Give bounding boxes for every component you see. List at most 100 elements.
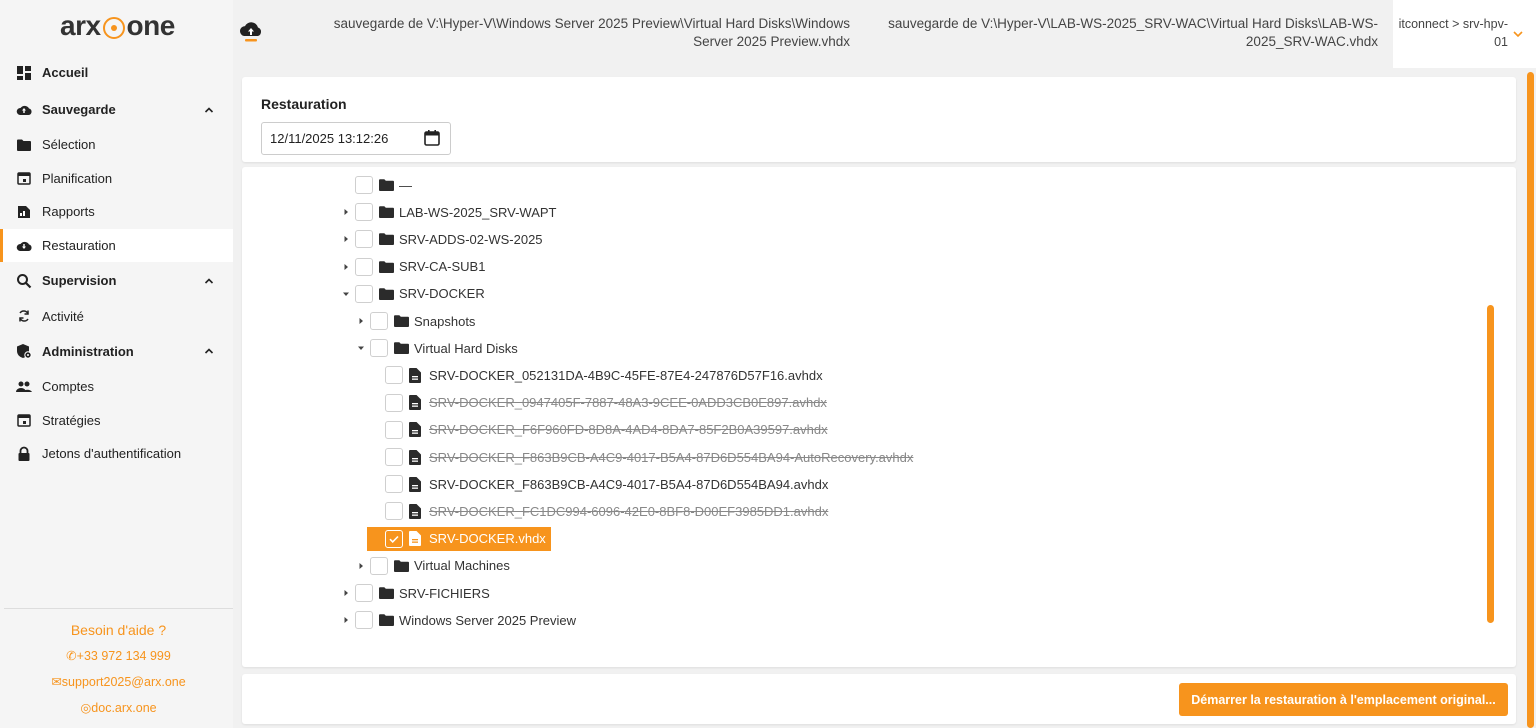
- sidebar-item-label: Sauvegarde: [42, 102, 116, 117]
- tree-folder-row[interactable]: Windows Server 2025 Preview: [339, 608, 576, 632]
- sidebar-item-administration[interactable]: Administration: [0, 333, 233, 370]
- tree-file-row[interactable]: SRV-DOCKER_FC1DC994-6096-42E0-8BF8-D00EF…: [369, 499, 828, 523]
- help-email-link[interactable]: ✉support2025@arx.one: [4, 673, 233, 699]
- caret-right-icon[interactable]: [339, 260, 353, 274]
- caret-right-icon[interactable]: [354, 314, 368, 328]
- folder-icon: [394, 559, 409, 573]
- globe-icon: ◎: [80, 701, 92, 715]
- calendar-icon: [16, 412, 32, 428]
- mail-icon: ✉: [51, 675, 62, 689]
- tree-file-row[interactable]: SRV-DOCKER_F6F960FD-8D8A-4AD4-8DA7-85F2B…: [369, 418, 828, 442]
- tree-checkbox[interactable]: [355, 284, 373, 303]
- file-icon: [409, 503, 424, 519]
- sidebar-item-planification[interactable]: Planification: [0, 162, 233, 196]
- users-icon: [16, 379, 32, 395]
- tree-checkbox[interactable]: [385, 393, 403, 412]
- chevron-up-icon[interactable]: [203, 345, 215, 357]
- tree-folder-row[interactable]: SRV-DOCKER: [339, 282, 485, 306]
- sidebar-item-selection[interactable]: Sélection: [0, 128, 233, 162]
- account-selector[interactable]: itconnect > srv-hpv-01: [1393, 0, 1536, 68]
- file-icon: [409, 422, 424, 438]
- tree-checkbox[interactable]: [355, 611, 373, 630]
- file-icon: [409, 531, 424, 547]
- tree-item-label: SRV-CA-SUB1: [399, 259, 486, 275]
- sidebar-item-sauvegarde[interactable]: Sauvegarde: [0, 91, 233, 128]
- chevron-up-icon[interactable]: [203, 275, 215, 287]
- phone-icon: ✆: [66, 649, 77, 663]
- calendar-icon: [16, 170, 32, 186]
- tree-checkbox[interactable]: [370, 556, 388, 575]
- sidebar-item-restauration[interactable]: Restauration: [0, 228, 233, 263]
- breadcrumb-backup-1[interactable]: sauvegarde de V:\Hyper-V\Windows Server …: [297, 15, 850, 51]
- caret-right-icon[interactable]: [339, 205, 353, 219]
- tree-folder-row[interactable]: SRV-CA-SUB1: [339, 255, 485, 279]
- tree-folder-row[interactable]: SRV-ADDS-02-WS-2025: [339, 227, 543, 251]
- sidebar-item-label: Jetons d'authentification: [42, 446, 182, 462]
- tree-item-label: Snapshots: [414, 313, 476, 329]
- tree-checkbox[interactable]: [355, 176, 373, 194]
- tree-checkbox[interactable]: [385, 420, 403, 439]
- start-restore-button[interactable]: Démarrer la restauration à l'emplacement…: [1179, 683, 1508, 716]
- caret-down-icon[interactable]: [354, 341, 368, 355]
- tree-folder-row[interactable]: LAB-WS-2025_SRV-WAPT: [339, 200, 557, 224]
- chevron-down-icon: [1513, 31, 1523, 38]
- folder-icon: [379, 232, 394, 246]
- sidebar-item-strategies[interactable]: Stratégies: [0, 404, 233, 438]
- arx-one-logo[interactable]: arx one: [60, 6, 175, 46]
- cloud-upload-icon[interactable]: [237, 20, 265, 46]
- search-icon: [16, 273, 32, 289]
- caret-right-icon[interactable]: [354, 559, 368, 573]
- help-phone-link[interactable]: ✆+33 972 134 999: [4, 647, 233, 673]
- tree-checkbox[interactable]: [385, 366, 403, 385]
- page-scrollbar[interactable]: [1527, 72, 1534, 728]
- sidebar-item-comptes[interactable]: Comptes: [0, 370, 233, 404]
- sidebar-item-rapports[interactable]: Rapports: [0, 195, 233, 229]
- tree-folder-row[interactable]: SRV-FICHIERS: [339, 581, 490, 605]
- tree-file-row[interactable]: SRV-DOCKER_052131DA-4B9C-45FE-87E4-24787…: [369, 363, 823, 387]
- caret-right-icon[interactable]: [339, 232, 353, 246]
- calendar-icon[interactable]: [423, 129, 441, 147]
- sidebar-item-label: Sélection: [42, 137, 96, 153]
- tree-checkbox[interactable]: [355, 584, 373, 602]
- tree-checkbox[interactable]: [355, 203, 373, 222]
- sidebar-item-supervision[interactable]: Supervision: [0, 262, 233, 299]
- sidebar-item-activite[interactable]: Activité: [0, 299, 233, 333]
- caret-right-icon[interactable]: [339, 613, 353, 627]
- sidebar-item-label: Activité: [42, 308, 84, 324]
- tree-scrollbar[interactable]: [1487, 305, 1494, 623]
- sidebar-nav: Accueil Sauvegarde Sélection Planification R…: [0, 54, 233, 471]
- tree-folder-row[interactable]: Virtual Hard Disks: [354, 336, 518, 360]
- tree-file-row[interactable]: SRV-DOCKER_F863B9CB-A4C9-4017-B5A4-87D6D…: [369, 445, 913, 469]
- tree-checkbox[interactable]: [370, 312, 388, 330]
- tree-checkbox[interactable]: [385, 448, 403, 466]
- tree-file-row[interactable]: SRV-DOCKER.vhdx: [367, 526, 551, 551]
- tree-file-row[interactable]: SRV-DOCKER_0947405F-7887-48A3-9CEE-0ADD3…: [369, 391, 827, 415]
- tree-folder-row[interactable]: Virtual Machines: [354, 554, 510, 578]
- tree-checkbox[interactable]: [385, 529, 403, 548]
- folder-icon: [379, 205, 394, 219]
- help-panel: Besoin d'aide ? ✆+33 972 134 999 ✉suppor…: [4, 608, 233, 725]
- folder-icon: [379, 586, 394, 600]
- file-icon: [409, 449, 424, 465]
- sidebar-item-label: Stratégies: [42, 412, 101, 428]
- tree-checkbox[interactable]: [385, 475, 403, 494]
- tree-checkbox[interactable]: [385, 502, 403, 521]
- sidebar-item-jetons-d-authentification[interactable]: Jetons d'authentification: [0, 437, 233, 471]
- logo-text-left: arx: [60, 10, 101, 41]
- tree-item-label: SRV-DOCKER_F6F960FD-8D8A-4AD4-8DA7-85F2B…: [429, 422, 828, 438]
- sidebar-item-accueil[interactable]: Accueil: [0, 54, 233, 91]
- tree-folder-row[interactable]: Snapshots: [354, 309, 475, 333]
- tree-item-label: SRV-ADDS-02-WS-2025: [399, 231, 543, 247]
- tree-checkbox[interactable]: [355, 230, 373, 249]
- breadcrumb-backup-2[interactable]: sauvegarde de V:\Hyper-V\LAB-WS-2025_SRV…: [865, 15, 1378, 51]
- tree-checkbox[interactable]: [355, 257, 373, 276]
- caret-down-icon[interactable]: [339, 287, 353, 301]
- tree-file-row[interactable]: SRV-DOCKER_F863B9CB-A4C9-4017-B5A4-87D6D…: [369, 472, 828, 496]
- tree-folder-row[interactable]: —: [339, 173, 412, 197]
- tree-checkbox[interactable]: [370, 339, 388, 358]
- help-doc-link[interactable]: ◎doc.arx.one: [4, 699, 233, 725]
- caret-right-icon[interactable]: [339, 586, 353, 600]
- folder-icon: [379, 287, 394, 301]
- chevron-up-icon[interactable]: [203, 104, 215, 116]
- folder-icon: [379, 613, 394, 627]
